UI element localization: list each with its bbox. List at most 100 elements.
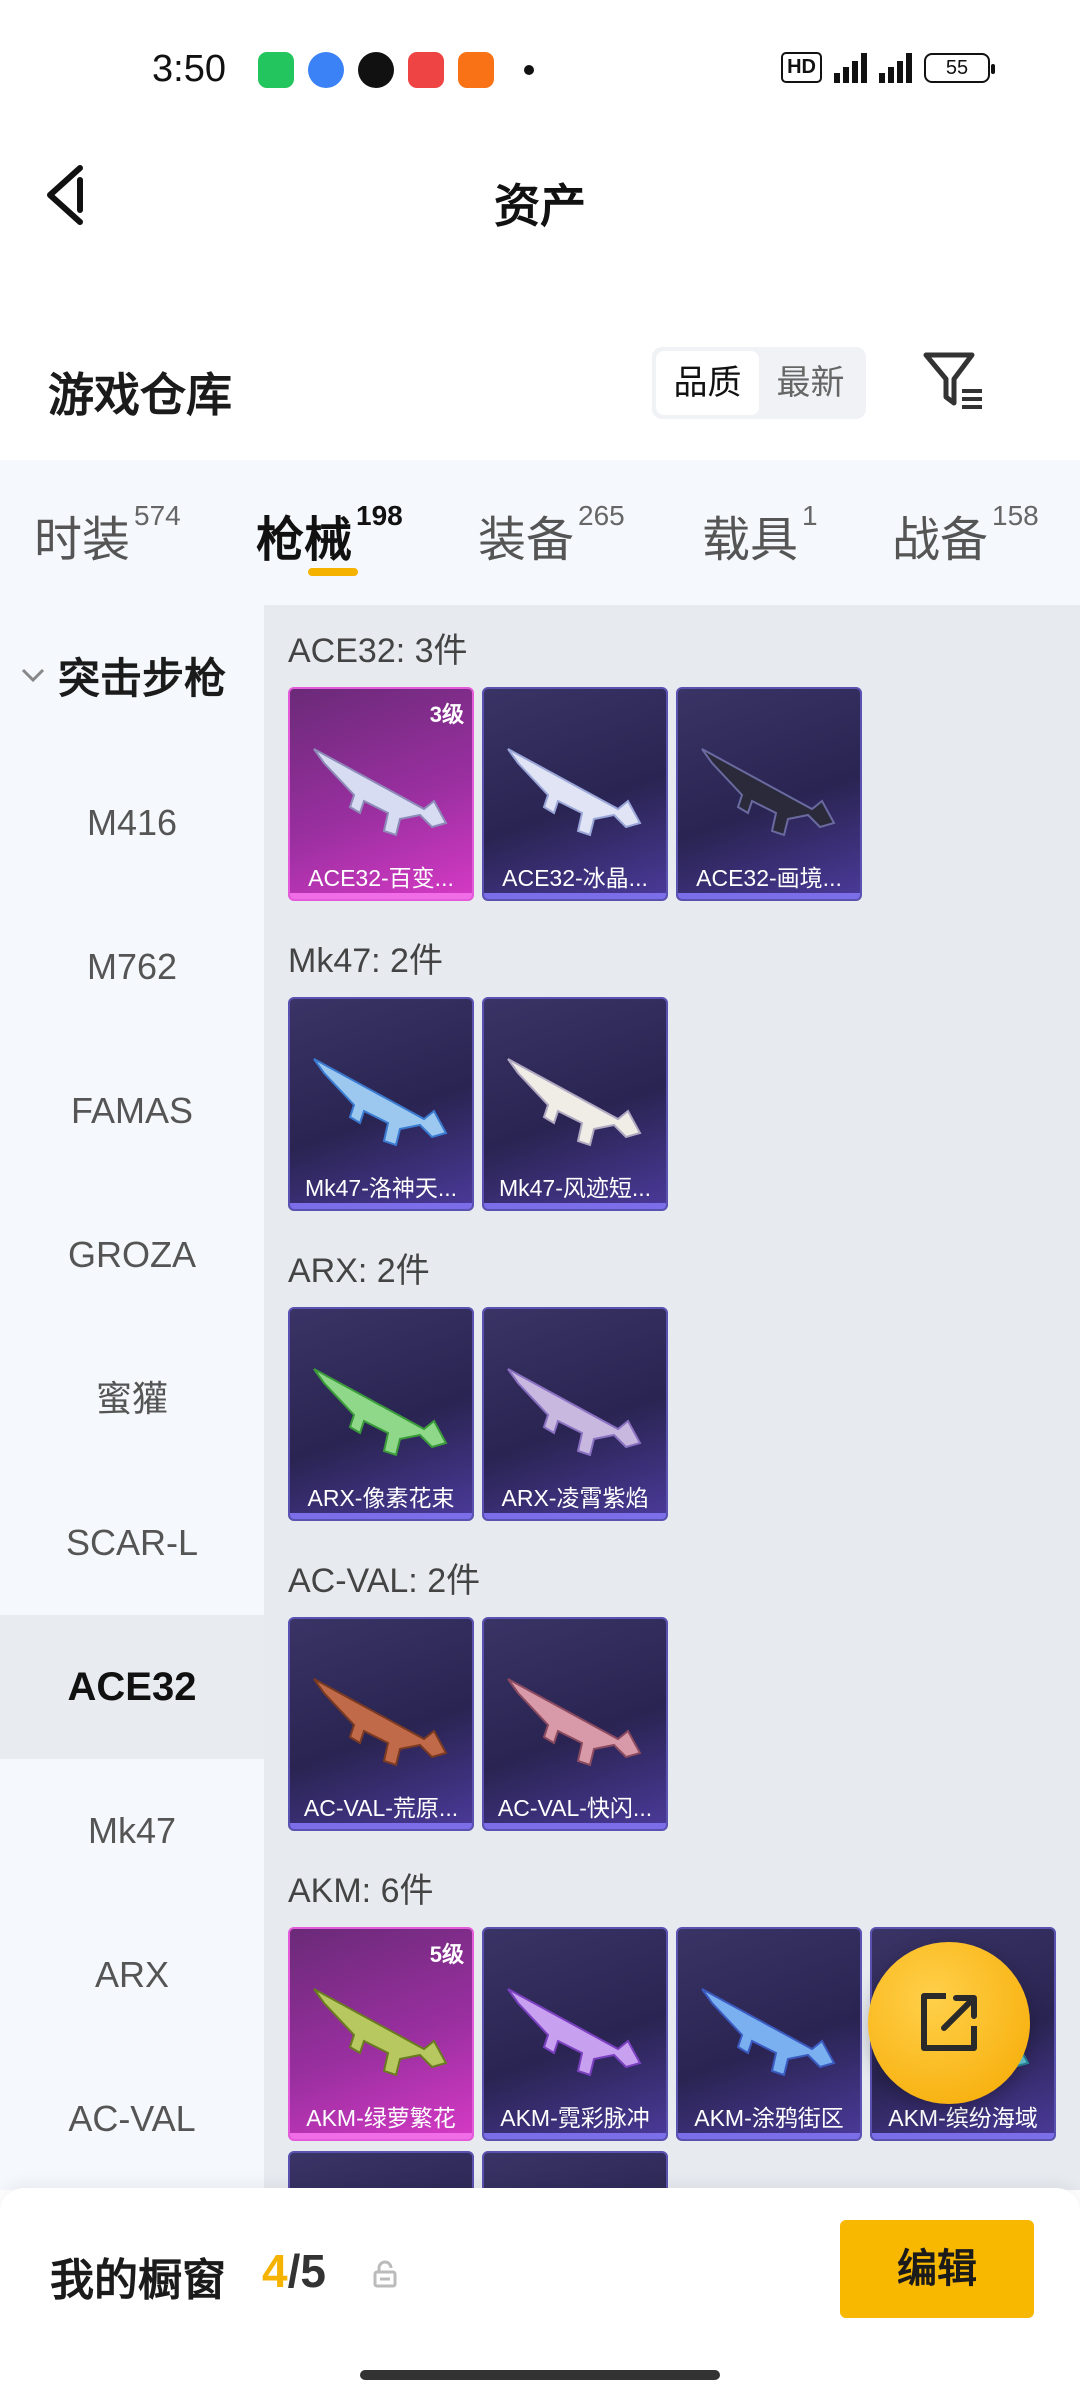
sidebar-item-mk47[interactable]: Mk47 bbox=[0, 1759, 264, 1903]
group-title-akm: AKM: 6件 bbox=[288, 1872, 434, 1910]
weapon-name: ACE32-画境... bbox=[696, 865, 842, 891]
tab-weapons[interactable]: 枪械 198 bbox=[256, 500, 403, 570]
battery-icon: 55 bbox=[924, 52, 995, 83]
lock-icon bbox=[373, 2260, 397, 2288]
weapon-name: ARX-像素花束 bbox=[307, 1485, 455, 1511]
rifle-icon bbox=[313, 748, 448, 837]
hd-icon: HD bbox=[781, 52, 822, 83]
tab-outfit[interactable]: 时装 574 bbox=[34, 500, 181, 570]
status-time: 3:50 bbox=[152, 48, 226, 90]
weapon-name: AKM-绿萝繁花 bbox=[306, 2105, 456, 2131]
level-badge: 3级 bbox=[429, 702, 464, 727]
category-tabs: 时装 574 枪械 198 装备 265 载具 1 战备 158 bbox=[0, 460, 1080, 605]
rarity-bar bbox=[678, 893, 860, 899]
wechat-icon bbox=[358, 52, 394, 88]
share-icon bbox=[921, 1993, 977, 2051]
weapon-name: ACE32-百变... bbox=[308, 865, 454, 891]
rifle-icon bbox=[507, 748, 642, 837]
weapon-name: AC-VAL-荒原... bbox=[303, 1795, 459, 1821]
sort-quality-button[interactable]: 品质 bbox=[656, 351, 759, 415]
signal-icon-1 bbox=[834, 52, 867, 83]
rarity-bar bbox=[290, 1203, 472, 1209]
rifle-icon bbox=[313, 1058, 448, 1147]
active-tab-indicator bbox=[308, 568, 358, 576]
level-badge: 5级 bbox=[429, 1942, 464, 1967]
weapon-name: AKM-涂鸦街区 bbox=[694, 2105, 844, 2131]
sidebar-item-honey-badger[interactable]: 蜜獾 bbox=[0, 1327, 264, 1471]
rifle-icon bbox=[313, 1988, 448, 2077]
group-title-ac-val: AC-VAL: 2件 bbox=[288, 1562, 481, 1600]
sidebar-category-header[interactable]: 突击步枪 bbox=[20, 645, 226, 706]
sidebar-item-m762[interactable]: M762 bbox=[0, 895, 264, 1039]
filter-button[interactable] bbox=[920, 345, 986, 415]
weapon-card[interactable]: Mk47-洛神天... bbox=[288, 997, 474, 1211]
filter-icon bbox=[923, 352, 982, 409]
weapon-card[interactable]: AC-VAL-荒原... bbox=[288, 1617, 474, 1831]
weapon-card[interactable]: AKM-霓彩脉冲 bbox=[482, 1927, 668, 2141]
rarity-bar bbox=[290, 893, 472, 899]
rarity-bar bbox=[290, 2133, 472, 2139]
weapon-card[interactable]: 3级 ACE32-百变... bbox=[288, 687, 474, 901]
weapon-sidebar: 突击步枪 M416 M762 FAMAS GROZA 蜜獾 SCAR-L ACE… bbox=[0, 605, 264, 2190]
rarity-bar bbox=[872, 2133, 1054, 2139]
weapon-name: ACE32-冰晶... bbox=[502, 865, 648, 891]
sidebar-item-famas[interactable]: FAMAS bbox=[0, 1039, 264, 1183]
rarity-bar bbox=[484, 2133, 666, 2139]
share-button[interactable] bbox=[868, 1942, 1030, 2104]
sidebar-item-ace32[interactable]: ACE32 bbox=[0, 1615, 264, 1759]
weapon-name: Mk47-风迹短... bbox=[498, 1175, 652, 1201]
group-title-arx: ARX: 2件 bbox=[288, 1252, 430, 1290]
sidebar-item-arx[interactable]: ARX bbox=[0, 1903, 264, 2047]
rarity-bar bbox=[484, 893, 666, 899]
sidebar-item-ac-val[interactable]: AC-VAL bbox=[0, 2047, 264, 2190]
browser-icon bbox=[308, 52, 344, 88]
showcase-count: 4/5 bbox=[262, 2245, 326, 2297]
rifle-icon bbox=[507, 1988, 642, 2077]
sidebar-item-groza[interactable]: GROZA bbox=[0, 1183, 264, 1327]
page-title: 资产 bbox=[494, 180, 586, 232]
sidebar-category-label: 突击步枪 bbox=[58, 655, 227, 702]
weapon-card[interactable]: AC-VAL-快闪... bbox=[482, 1617, 668, 1831]
weapon-name: Mk47-洛神天... bbox=[304, 1175, 458, 1201]
weapon-name: ARX-凌霄紫焰 bbox=[501, 1485, 649, 1511]
rarity-bar bbox=[290, 1823, 472, 1829]
edit-button[interactable]: 编辑 bbox=[840, 2220, 1034, 2318]
weapon-card[interactable]: ACE32-画境... bbox=[676, 687, 862, 901]
music-icon bbox=[408, 52, 444, 88]
game-icon bbox=[458, 52, 494, 88]
status-bar: 3:50 HD 55 bbox=[0, 0, 1080, 140]
weapon-card[interactable]: Mk47-风迹短... bbox=[482, 997, 668, 1211]
rarity-bar bbox=[484, 1513, 666, 1519]
weapon-name: AC-VAL-快闪... bbox=[497, 1795, 653, 1821]
rifle-icon bbox=[507, 1058, 642, 1147]
notification-icons bbox=[258, 52, 534, 88]
weapon-card[interactable]: ARX-凌霄紫焰 bbox=[482, 1307, 668, 1521]
sort-latest-button[interactable]: 最新 bbox=[759, 351, 862, 415]
tab-vehicles[interactable]: 载具 1 bbox=[702, 500, 818, 570]
rifle-icon bbox=[313, 1368, 448, 1457]
weapon-name: AKM-缤纷海域 bbox=[888, 2105, 1038, 2131]
sidebar-item-m416[interactable]: M416 bbox=[0, 751, 264, 895]
sidebar-item-scar-l[interactable]: SCAR-L bbox=[0, 1471, 264, 1615]
rifle-icon bbox=[313, 1678, 448, 1767]
weapon-card[interactable]: AKM-涂鸦街区 bbox=[676, 1927, 862, 2141]
showcase-bar: 我的橱窗 4/5 编辑 bbox=[0, 2188, 1080, 2400]
weapon-card[interactable]: ACE32-冰晶... bbox=[482, 687, 668, 901]
group-title-mk47: Mk47: 2件 bbox=[288, 942, 443, 980]
rifle-icon bbox=[701, 1988, 836, 2077]
weapon-card[interactable]: 5级 AKM-绿萝繁花 bbox=[288, 1927, 474, 2141]
home-indicator[interactable] bbox=[360, 2370, 720, 2380]
group-title-ace32: ACE32: 3件 bbox=[288, 632, 468, 670]
weapon-card[interactable]: ARX-像素花束 bbox=[288, 1307, 474, 1521]
tab-supplies[interactable]: 战备 158 bbox=[892, 500, 1039, 570]
warehouse-header: 游戏仓库 品质 最新 bbox=[0, 345, 1080, 445]
weapon-card[interactable] bbox=[482, 2151, 668, 2190]
app-store-icon bbox=[258, 52, 294, 88]
sort-toggle: 品质 最新 bbox=[652, 347, 866, 419]
status-right: HD 55 bbox=[781, 52, 995, 83]
nav-bar: 资产 bbox=[0, 140, 1080, 250]
chevron-down-icon bbox=[21, 668, 45, 682]
weapon-card[interactable] bbox=[288, 2151, 474, 2190]
tab-equipment[interactable]: 装备 265 bbox=[478, 500, 625, 570]
showcase-label: 我的橱窗 bbox=[50, 2256, 226, 2305]
